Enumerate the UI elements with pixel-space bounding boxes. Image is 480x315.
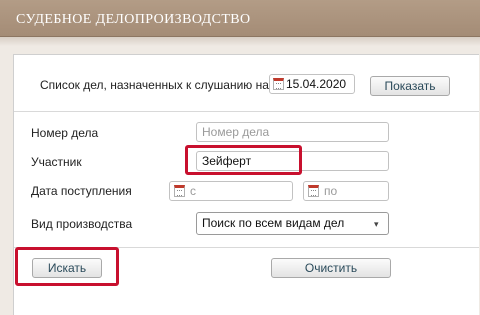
calendar-icon[interactable]	[174, 185, 185, 197]
received-to-placeholder: по	[324, 184, 338, 198]
calendar-icon[interactable]	[273, 78, 284, 90]
received-from-input[interactable]: с	[169, 181, 293, 201]
participant-highlight	[185, 145, 302, 175]
calendar-icon[interactable]	[308, 185, 319, 197]
page-header: СУДЕБНОЕ ДЕЛОПРОИЗВОДСТВО	[0, 0, 480, 37]
received-from-placeholder: с	[190, 184, 196, 198]
clear-button[interactable]: Очистить	[271, 258, 391, 278]
case-number-input[interactable]: Номер дела	[196, 122, 389, 142]
chevron-down-icon[interactable]: ▾	[374, 220, 382, 229]
search-button-highlight	[15, 247, 119, 286]
divider	[14, 111, 479, 112]
case-number-label: Номер дела	[31, 126, 99, 140]
page-title: СУДЕБНОЕ ДЕЛОПРОИЗВОДСТВО	[16, 12, 251, 27]
schedule-label: Список дел, назначенных к слушанию на	[40, 78, 269, 92]
schedule-date-value: 15.04.2020	[286, 77, 347, 91]
proceeding-type-select[interactable]: Поиск по всем видам дел	[196, 212, 389, 235]
proceeding-type-label: Вид производства	[31, 217, 133, 231]
received-date-label: Дата поступления	[31, 184, 132, 198]
show-button[interactable]: Показать	[370, 76, 450, 96]
proceeding-type-value: Поиск по всем видам дел	[202, 216, 345, 230]
header-shadow	[0, 37, 480, 46]
participant-label: Участник	[31, 155, 82, 169]
